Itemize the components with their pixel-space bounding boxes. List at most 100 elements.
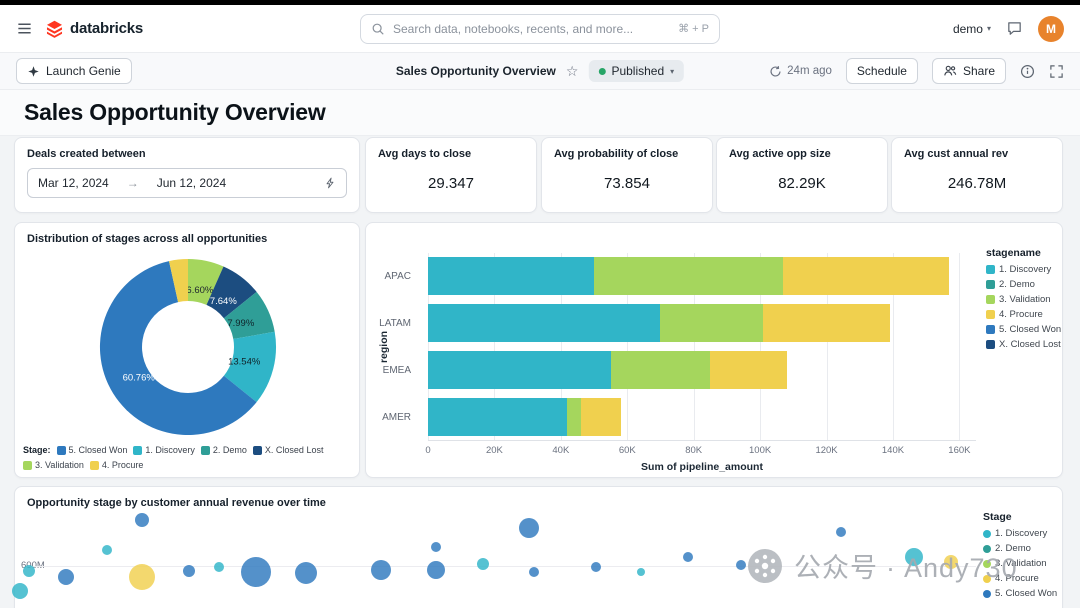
legend-item[interactable]: 5. Closed Won [983, 588, 1063, 599]
legend-swatch [23, 460, 32, 470]
search-icon [371, 22, 385, 36]
x-axis-title: Sum of pipeline_amount [641, 461, 763, 473]
kpi-label: Avg active opp size [729, 148, 831, 160]
info-icon[interactable] [1020, 64, 1035, 79]
scatter-bubble[interactable] [128, 564, 155, 590]
bar-amer[interactable] [428, 397, 976, 436]
donut-slice-label: 7.99% [227, 318, 254, 329]
bar-segment[interactable] [660, 304, 764, 343]
global-search-input[interactable]: Search data, notebooks, recents, and mor… [360, 13, 720, 44]
chart-title: Opportunity stage by customer annual rev… [27, 497, 326, 509]
bar-segment[interactable] [428, 350, 611, 389]
donut-slice-label: 60.76% [123, 373, 156, 384]
legend-item[interactable]: 5. Closed Won [986, 324, 1064, 335]
scatter-bubble[interactable] [295, 562, 317, 584]
legend-item[interactable]: X. Closed Lost [252, 445, 323, 455]
legend-swatch [983, 544, 991, 553]
bar-segment[interactable] [594, 257, 784, 296]
bar-segment[interactable] [428, 257, 595, 296]
legend-item[interactable]: 4. Procure [983, 573, 1063, 584]
y-category-label: AMER [382, 412, 411, 423]
bar-emea[interactable] [428, 350, 976, 389]
scatter-bubble[interactable] [213, 562, 224, 572]
legend-item[interactable]: 3. Validation [23, 460, 84, 470]
fullscreen-icon[interactable] [1049, 64, 1064, 79]
bar-segment[interactable] [610, 350, 711, 389]
scatter-bubble[interactable] [431, 542, 442, 552]
publish-status-dropdown[interactable]: Published ▾ [588, 60, 685, 82]
legend-item[interactable]: 3. Validation [983, 558, 1063, 569]
bar-segment[interactable] [567, 397, 581, 436]
legend-item[interactable]: 3. Validation [986, 294, 1064, 305]
legend-item[interactable]: 4. Procure [986, 309, 1064, 320]
kpi-label: Avg cust annual rev [904, 148, 1009, 160]
scatter-bubble[interactable] [735, 560, 746, 570]
scatter-bubble[interactable] [22, 565, 35, 577]
feedback-icon[interactable] [1006, 20, 1023, 37]
scatter-bubble[interactable] [944, 555, 959, 569]
pipeline-by-region-card: region APAC LATAM EMEA AMER 0 20K 40K 60K 80K 10… [365, 222, 1063, 478]
user-avatar[interactable]: M [1038, 15, 1064, 42]
scatter-bubble[interactable] [57, 569, 74, 585]
scatter-bubble[interactable] [134, 513, 149, 527]
legend-item[interactable]: 2. Demo [983, 543, 1063, 554]
legend-swatch [983, 559, 991, 568]
scatter-bubble[interactable] [637, 568, 645, 576]
end-date-value[interactable]: Jun 12, 2024 [157, 176, 226, 190]
scatter-bubble[interactable] [477, 558, 490, 570]
legend-item[interactable]: 2. Demo [986, 279, 1064, 290]
kpi-label: Avg probability of close [554, 148, 679, 160]
scatter-bubble[interactable] [183, 565, 196, 577]
scatter-bubble[interactable] [683, 552, 694, 562]
x-tick-label: 140K [881, 445, 905, 456]
y-category-label: LATAM [379, 318, 411, 329]
schedule-button[interactable]: Schedule [845, 58, 918, 84]
legend-swatch [89, 460, 99, 470]
bar-segment[interactable] [580, 397, 621, 436]
lightning-icon[interactable] [324, 177, 336, 189]
legend-item[interactable]: X. Closed Lost [986, 339, 1064, 350]
refresh-status[interactable]: 24m ago [769, 65, 832, 78]
bar-segment[interactable] [428, 397, 568, 436]
legend-item[interactable]: 5. Closed Won [56, 445, 127, 455]
scatter-bubble[interactable] [370, 560, 391, 580]
scatter-bubble[interactable] [427, 561, 446, 579]
legend-title: Stage [983, 511, 1012, 523]
scatter-chart-legend: Stage 1. Discovery 2. Demo 3. Validation 4.… [983, 511, 1063, 603]
scatter-bubble[interactable] [528, 567, 539, 577]
scatter-bubble[interactable] [591, 562, 602, 572]
legend-item[interactable]: 1. Discovery [133, 445, 195, 455]
favorite-star-icon[interactable]: ☆ [566, 64, 579, 78]
bar-segment[interactable] [710, 350, 787, 389]
hamburger-menu-icon[interactable] [16, 20, 33, 37]
legend-swatch [986, 280, 995, 289]
scatter-bubble[interactable] [101, 545, 112, 555]
title-band: Sales Opportunity Overview [0, 90, 1080, 136]
bar-segment[interactable] [763, 304, 890, 343]
bar-segment[interactable] [783, 257, 950, 296]
legend-swatch [986, 325, 995, 334]
scatter-bubble[interactable] [12, 583, 29, 599]
bar-apac[interactable] [428, 257, 976, 296]
share-button[interactable]: Share [931, 58, 1006, 84]
scatter-bubble[interactable] [519, 518, 540, 538]
legend-item[interactable]: 1. Discovery [983, 528, 1063, 539]
databricks-logo[interactable]: databricks [45, 19, 143, 38]
workspace-switcher[interactable]: demo ▾ [953, 22, 991, 36]
donut-chart[interactable]: 6.60%7.64% 7.99% 13.54% 60.76% [15, 249, 361, 441]
scatter-bubble[interactable] [905, 548, 924, 566]
scatter-bubble[interactable] [240, 557, 271, 587]
scatter-bubble[interactable] [836, 527, 847, 537]
bar-latam[interactable] [428, 304, 976, 343]
date-range-picker[interactable]: Mar 12, 2024 → Jun 12, 2024 [27, 168, 347, 198]
x-tick-label: 60K [618, 445, 636, 456]
y-axis-labels: APAC LATAM EMEA AMER [366, 253, 420, 441]
launch-genie-button[interactable]: Launch Genie [16, 58, 132, 84]
legend-item[interactable]: 1. Discovery [986, 264, 1064, 275]
start-date-value[interactable]: Mar 12, 2024 [38, 176, 109, 190]
app-window: databricks Search data, notebooks, recen… [0, 0, 1080, 608]
legend-item[interactable]: 2. Demo [200, 445, 247, 455]
bar-segment[interactable] [428, 304, 661, 343]
donut-slice-label: 6.60% [186, 285, 213, 296]
legend-item[interactable]: 4. Procure [89, 460, 143, 470]
